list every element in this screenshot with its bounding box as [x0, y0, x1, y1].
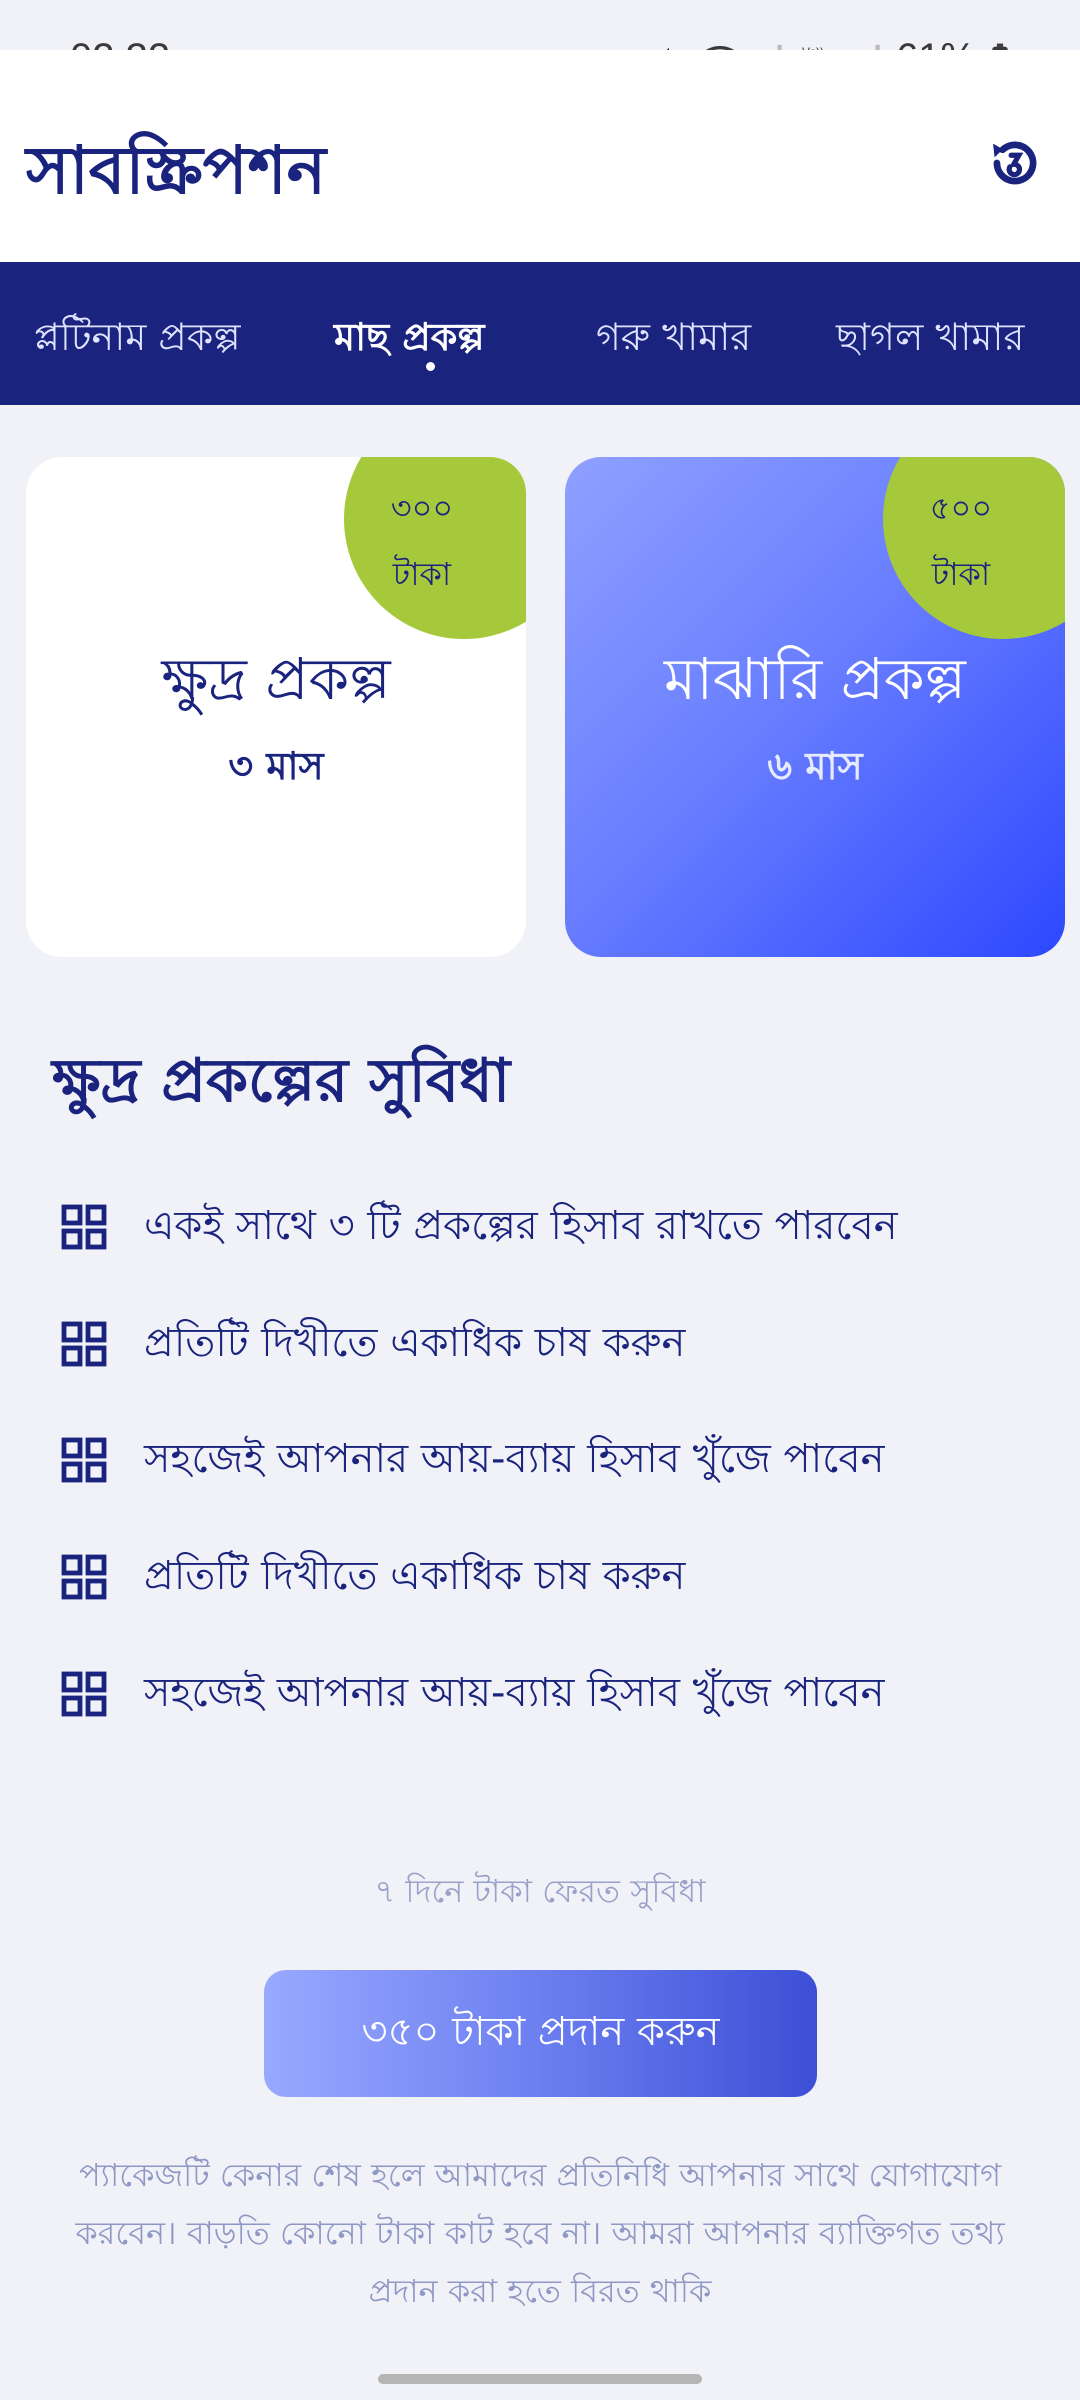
tab-goat-farm[interactable]: ছাগল খামার	[836, 308, 1024, 372]
price-amount: ৩০০	[390, 489, 454, 527]
price-unit: টাকা	[392, 555, 452, 593]
tab-fish-project[interactable]: মাছ প্রকল্প	[334, 308, 484, 372]
disclaimer-text: প্যাকেজটি কেনার শেষ হলে আমাদের প্রতিনিধি…	[75, 2156, 1005, 2310]
pay-button-label: ৩৫০ টাকা প্রদান করুন	[361, 2009, 720, 2055]
tab-platinum-project[interactable]: প্লটিনাম প্রকল্প	[34, 308, 240, 372]
history-icon	[993, 141, 1037, 185]
grid-icon	[61, 1321, 107, 1367]
benefits-title: ক্ষুদ্র প্রকল্পের সুবিধা	[52, 1046, 511, 1116]
price-amount: ৫০০	[929, 489, 993, 527]
plan-name: মাঝারি প্রকল্প	[664, 645, 966, 713]
grid-icon	[61, 1204, 107, 1250]
benefit-item: প্রতিটি দিখীতে একাধিক চাষ করুন	[60, 1537, 685, 1617]
grid-icon	[61, 1554, 107, 1600]
price-unit: টাকা	[931, 555, 991, 593]
grid-icon	[61, 1671, 107, 1717]
grid-icon	[61, 1437, 107, 1483]
active-tab-indicator	[426, 362, 435, 371]
benefit-item: প্রতিটি দিখীতে একাধিক চাষ করুন	[60, 1304, 685, 1384]
refund-note: ৭ দিনে টাকা ফেরত সুবিধা	[374, 1872, 706, 1910]
benefit-text: সহজেই আপনার আয়-ব্যায় হিসাব খুঁজে পাবেন	[144, 1669, 885, 1716]
tab-cow-farm[interactable]: গরু খামার	[596, 308, 751, 372]
benefit-text: প্রতিটি দিখীতে একাধিক চাষ করুন	[144, 1552, 686, 1599]
benefit-item: সহজেই আপনার আয়-ব্যায় হিসাব খুঁজে পাবেন	[60, 1420, 884, 1500]
benefit-item: একই সাথে ৩ টি প্রকল্পের হিসাব রাখতে পারব…	[60, 1187, 898, 1267]
plan-card-small[interactable]: ৩০০ টাকা ক্ষুদ্র প্রকল্প ৩ মাস	[26, 457, 526, 957]
plan-duration: ৬ মাস	[767, 744, 863, 788]
plan-duration: ৩ মাস	[228, 744, 324, 788]
category-tabs: প্লটিনাম প্রকল্প মাছ প্রকল্প গরু খামার ছ…	[0, 262, 1080, 405]
history-button[interactable]	[980, 128, 1050, 198]
benefit-text: প্রতিটি দিখীতে একাধিক চাষ করুন	[144, 1319, 686, 1366]
app-header: সাবস্ক্রিপশন	[0, 50, 1080, 262]
plan-card-medium[interactable]: ৫০০ টাকা মাঝারি প্রকল্প ৬ মাস	[565, 457, 1065, 957]
benefit-text: একই সাথে ৩ টি প্রকল্পের হিসাব রাখতে পারব…	[144, 1202, 898, 1249]
pay-button[interactable]: ৩৫০ টাকা প্রদান করুন	[264, 1970, 817, 2097]
page-title: সাবস্ক্রিপশন	[26, 132, 327, 209]
benefit-text: সহজেই আপনার আয়-ব্যায় হিসাব খুঁজে পাবেন	[144, 1435, 885, 1482]
home-indicator[interactable]	[378, 2374, 702, 2384]
plan-name: ক্ষুদ্র প্রকল্প	[161, 645, 391, 713]
benefit-item: সহজেই আপনার আয়-ব্যায় হিসাব খুঁজে পাবেন	[60, 1654, 884, 1734]
